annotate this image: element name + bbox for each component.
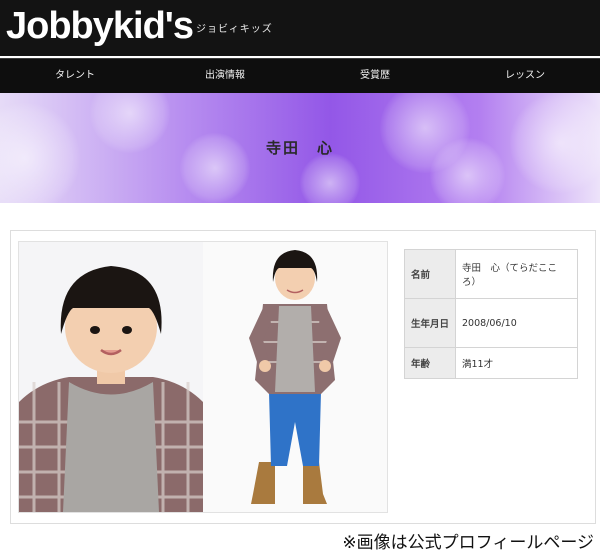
profile-banner: 寺田 心 [0,93,600,203]
site-header: Jobbykid's ジョビィキッズ [0,0,600,56]
profile-info-table: 名前 寺田 心（てらだこころ） 生年月日 2008/06/10 年齢 満11才 [404,249,578,379]
name-value: 寺田 心（てらだこころ） [455,249,578,299]
full-body-photo [203,242,387,512]
profile-photos [18,241,388,513]
nav-item-talent[interactable]: タレント [0,59,150,93]
table-row: 生年月日 2008/06/10 [404,298,578,348]
name-label: 名前 [404,249,456,299]
age-label: 年齢 [404,347,456,379]
birthdate-label: 生年月日 [404,298,456,348]
nav-item-lessons[interactable]: レッスン [450,59,600,93]
birthdate-value: 2008/06/10 [455,298,578,348]
table-row: 年齢 満11才 [404,347,578,379]
table-row: 名前 寺田 心（てらだこころ） [404,249,578,299]
portrait-photo [19,242,203,512]
site-logo[interactable]: Jobbykid's [6,4,194,48]
image-caption: ※画像は公式プロフィールページ [342,533,594,553]
nav-item-appearances[interactable]: 出演情報 [150,59,300,93]
nav-item-awards[interactable]: 受賞歴 [300,59,450,93]
main-nav: タレント 出演情報 受賞歴 レッスン [0,58,600,93]
site-logo-subtitle: ジョビィキッズ [196,24,273,35]
page-title: 寺田 心 [265,139,334,157]
age-value: 満11才 [455,347,578,379]
